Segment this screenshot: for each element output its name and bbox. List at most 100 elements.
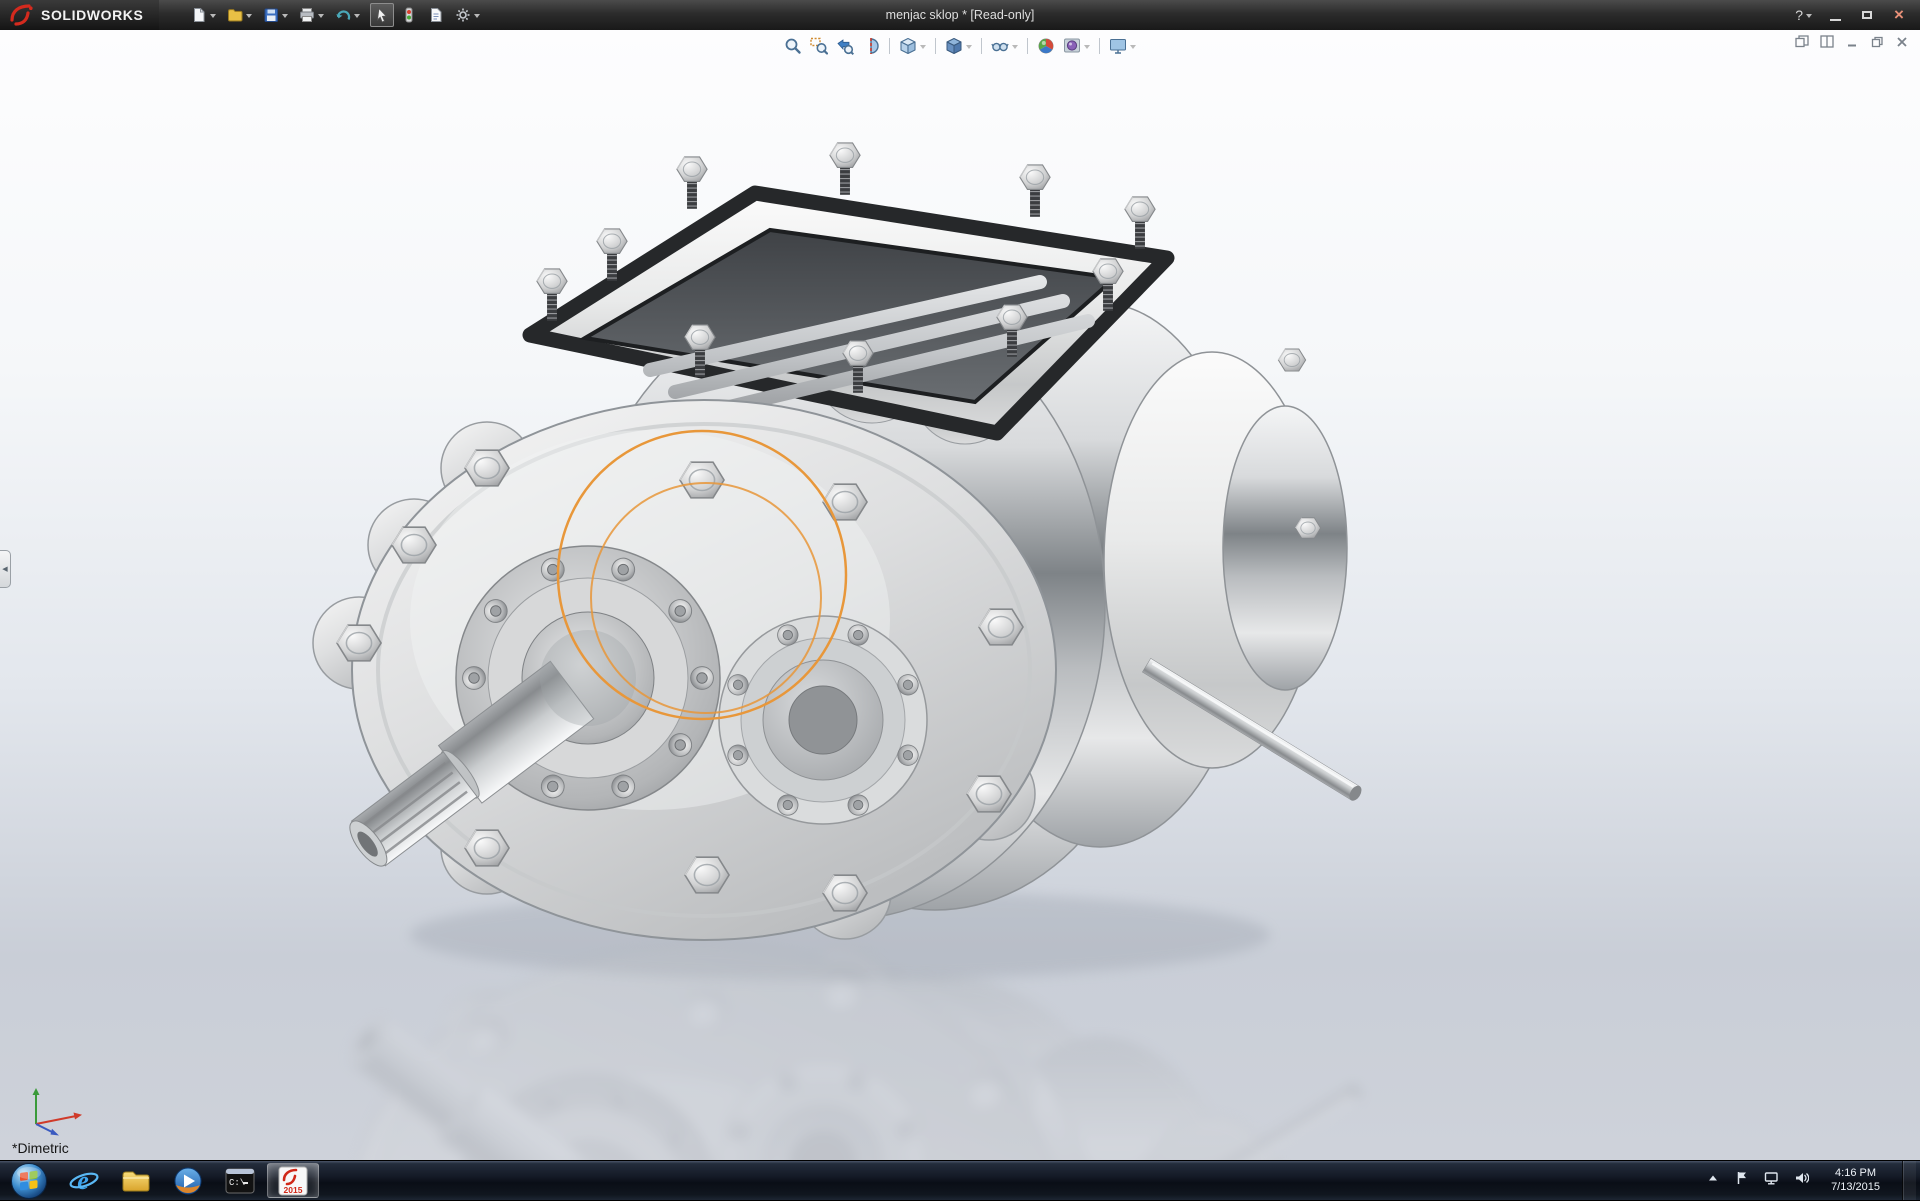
rebuild-button[interactable]: [397, 3, 421, 27]
heads-up-view-toolbar: [781, 34, 1139, 58]
document-window-controls: [1794, 34, 1910, 49]
gearbox-model: [0, 30, 1920, 1160]
taskbar-clock[interactable]: 4:16 PM 7/13/2015: [1822, 1167, 1889, 1194]
help-button[interactable]: ?: [1795, 7, 1812, 23]
app-name: SOLIDWORKS: [41, 7, 143, 23]
display-style-dropdown[interactable]: [966, 45, 972, 52]
titlebar: SOLIDWORKS: [0, 0, 1920, 30]
options-dropdown[interactable]: [474, 14, 480, 21]
hide-show-items-button[interactable]: [988, 34, 1021, 58]
view-orientation-label: *Dimetric: [12, 1140, 69, 1156]
zoom-to-fit-button[interactable]: [781, 34, 805, 58]
options-gear-icon: [455, 7, 471, 23]
cascade-panes-button[interactable]: [1794, 34, 1810, 49]
titlebar-toolbar: [187, 3, 484, 27]
minimize-button[interactable]: [1826, 6, 1844, 24]
options-button[interactable]: [451, 3, 484, 27]
command-prompt-icon: C:\: [225, 1168, 255, 1194]
show-desktop-button[interactable]: [1902, 1161, 1916, 1200]
print-dropdown[interactable]: [318, 14, 324, 21]
solidworks-logo: SOLIDWORKS: [0, 0, 159, 30]
open-dropdown[interactable]: [246, 14, 252, 21]
undo-dropdown[interactable]: [354, 14, 360, 21]
taskbar-internet-explorer[interactable]: e: [58, 1161, 110, 1200]
headsup-separator: [889, 38, 890, 54]
gearbox-assembly[interactable]: [313, 143, 1364, 940]
clock-date: 7/13/2015: [1831, 1181, 1880, 1195]
view-settings-icon: [1109, 37, 1127, 55]
window-controls: ? ×: [1795, 6, 1920, 24]
solidworks-logo-icon: [10, 4, 34, 26]
orientation-triad: [22, 1078, 94, 1136]
close-button[interactable]: ×: [1890, 6, 1908, 24]
view-settings-button[interactable]: [1106, 34, 1139, 58]
hide-show-items-dropdown[interactable]: [1012, 45, 1018, 52]
tile-panes-icon: [1820, 35, 1834, 48]
view-orientation-button[interactable]: [896, 34, 929, 58]
solidworks-2015-icon: 2015: [278, 1166, 308, 1196]
taskbar-windows-explorer[interactable]: [110, 1161, 162, 1200]
tile-panes-button[interactable]: [1819, 34, 1835, 49]
restore-document-button[interactable]: [1869, 34, 1885, 49]
action-center-button[interactable]: [1734, 1170, 1750, 1191]
file-properties-button[interactable]: [424, 3, 448, 27]
action-center-flag-icon: [1734, 1170, 1750, 1186]
new-document-button[interactable]: [187, 3, 220, 27]
new-document-dropdown[interactable]: [210, 14, 216, 21]
network-icon: [1763, 1170, 1780, 1186]
taskbar-command-prompt[interactable]: C:\: [214, 1161, 266, 1200]
media-player-icon: [173, 1166, 203, 1196]
restore-icon: [1862, 11, 1872, 19]
taskbar-media-player[interactable]: [162, 1161, 214, 1200]
window-title: menjac sklop * [Read-only]: [886, 8, 1035, 22]
minimize-document-button[interactable]: [1844, 34, 1860, 49]
save-dropdown[interactable]: [282, 14, 288, 21]
section-view-button[interactable]: [859, 34, 883, 58]
previous-view-icon: [836, 37, 854, 55]
show-hidden-icons-button[interactable]: [1705, 1170, 1721, 1191]
headsup-separator: [935, 38, 936, 54]
edit-appearance-icon: [1037, 37, 1055, 55]
help-dropdown[interactable]: [1806, 14, 1812, 21]
edit-appearance-button[interactable]: [1034, 34, 1058, 58]
open-button[interactable]: [223, 3, 256, 27]
close-document-icon: [1896, 36, 1908, 48]
internet-explorer-icon: e: [68, 1166, 100, 1196]
print-button[interactable]: [295, 3, 328, 27]
headsup-separator: [1099, 38, 1100, 54]
undo-button[interactable]: [331, 3, 364, 27]
undo-icon: [335, 7, 351, 23]
restore-button[interactable]: [1858, 6, 1876, 24]
help-glyph: ?: [1795, 7, 1803, 23]
select-cursor-icon: [374, 7, 390, 23]
volume-button[interactable]: [1793, 1170, 1809, 1191]
print-icon: [299, 7, 315, 23]
zoom-to-area-button[interactable]: [807, 34, 831, 58]
network-button[interactable]: [1763, 1170, 1780, 1191]
taskbar: e: [0, 1160, 1920, 1200]
close-document-button[interactable]: [1894, 34, 1910, 49]
view-orientation-dropdown[interactable]: [920, 45, 926, 52]
save-button[interactable]: [259, 3, 292, 27]
graphics-viewport[interactable]: ◀ *Dimetric: [0, 30, 1920, 1160]
file-properties-icon: [428, 7, 444, 23]
minimize-icon: [1830, 19, 1841, 21]
apply-scene-dropdown[interactable]: [1084, 45, 1090, 52]
start-button[interactable]: [0, 1161, 58, 1200]
taskbar-solidworks-2015[interactable]: 2015: [267, 1163, 319, 1198]
cascade-panes-icon: [1795, 35, 1809, 48]
save-icon: [263, 7, 279, 23]
view-settings-dropdown[interactable]: [1130, 45, 1136, 52]
apply-scene-button[interactable]: [1060, 34, 1093, 58]
open-folder-icon: [227, 7, 243, 23]
display-style-button[interactable]: [942, 34, 975, 58]
select-button[interactable]: [370, 3, 394, 27]
clock-time: 4:16 PM: [1831, 1167, 1880, 1181]
system-tray: 4:16 PM 7/13/2015: [1705, 1161, 1920, 1200]
previous-view-button[interactable]: [833, 34, 857, 58]
headsup-separator: [981, 38, 982, 54]
display-style-icon: [945, 37, 963, 55]
feature-panel-tab[interactable]: ◀: [0, 550, 11, 588]
windows-start-icon: [9, 1161, 49, 1201]
volume-icon: [1793, 1170, 1809, 1186]
